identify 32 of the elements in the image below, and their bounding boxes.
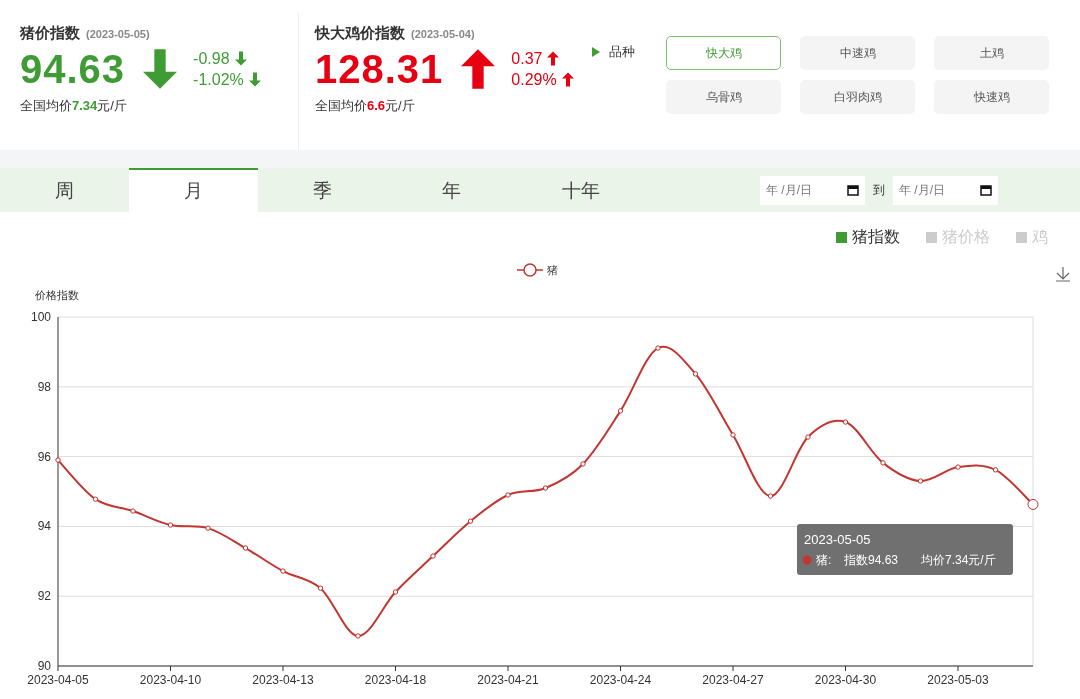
change-value: -1.02% <box>193 70 244 89</box>
axis-label: 2023-04-30 <box>814 673 877 687</box>
axis-label: 98 <box>37 379 51 394</box>
change-value: -0.98 <box>193 49 230 68</box>
breed-label: 品种 <box>609 43 635 61</box>
axis-label: 2023-04-27 <box>702 673 764 687</box>
axis-label: 2023-04-21 <box>477 673 539 687</box>
change-value: 0.37 <box>511 49 543 68</box>
axis-label: 2023-04-10 <box>139 673 202 687</box>
index-value: 128.31 <box>315 46 444 92</box>
axis-label: 2023-04-05 <box>27 673 89 687</box>
range-separator: 到 <box>873 181 885 199</box>
tooltip: 2023-05-05 猪: 指数94.63 均价7.34元/斤 <box>797 524 1013 575</box>
axis-label: 2023-04-24 <box>589 673 652 687</box>
index-date: (2023-05-04) <box>411 28 475 40</box>
axis-title: 价格指数 <box>35 289 79 301</box>
axis-label: 90 <box>37 659 51 673</box>
axis-label: 2023-05-03 <box>927 673 989 687</box>
axis-label: 96 <box>37 449 51 464</box>
change-value: 0.29% <box>511 70 557 89</box>
legend-label: 猪 <box>547 264 558 276</box>
axis-label: 100 <box>30 310 51 324</box>
index-title: 快大鸡价指数 <box>315 24 405 43</box>
index-value: 94.63 <box>20 46 126 92</box>
index-title: 猪价指数 <box>20 24 80 43</box>
axis-label: 92 <box>37 589 51 604</box>
average-price: 全国均价7.34元/斤 <box>20 97 128 115</box>
average-price: 全国均价6.6元/斤 <box>315 97 416 115</box>
axis-label: 2023-04-13 <box>252 673 314 687</box>
axis-label: 2023-04-18 <box>364 673 427 687</box>
axis-label: 94 <box>37 519 51 534</box>
index-date: (2023-05-05) <box>86 28 150 40</box>
